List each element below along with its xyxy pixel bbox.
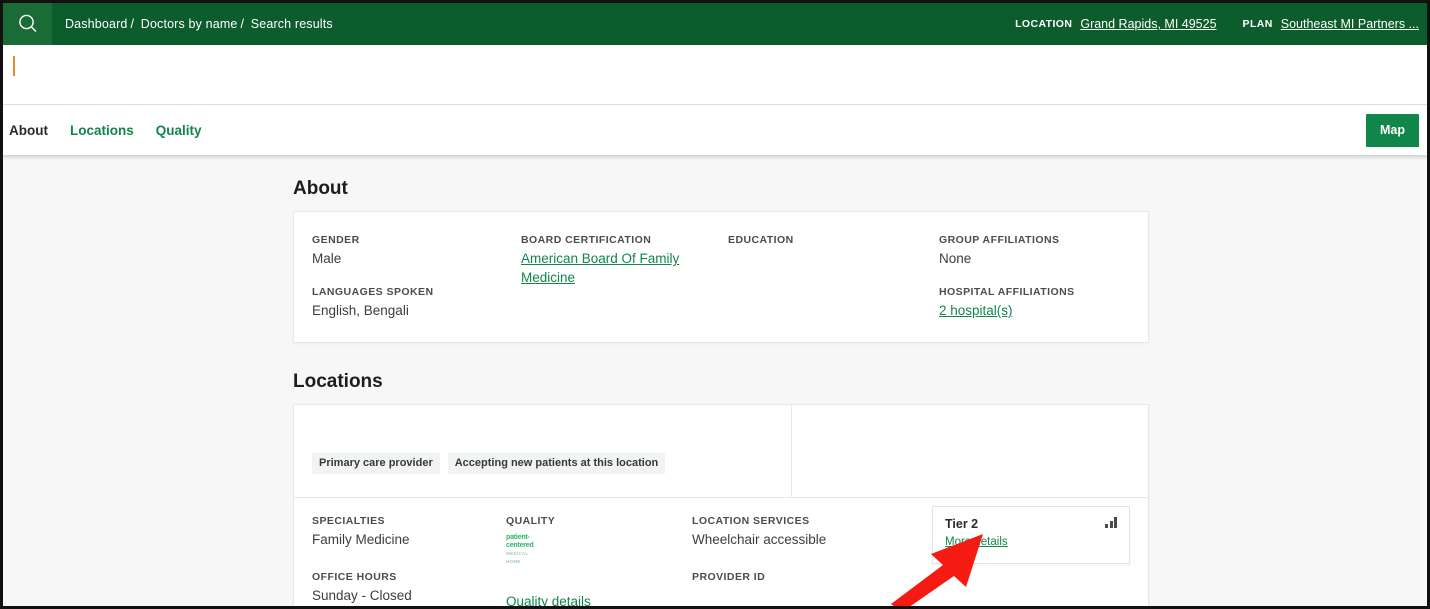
field-group-affiliations: GROUP AFFILIATIONS None bbox=[939, 234, 1148, 268]
location-details-grid: SPECIALTIES Family Medicine OFFICE HOURS… bbox=[294, 498, 1148, 606]
breadcrumb: Dashboard / Doctors by name / Search resul… bbox=[65, 17, 333, 31]
location-value-link[interactable]: Grand Rapids, MI 49525 bbox=[1080, 17, 1216, 31]
field-office-hours: OFFICE HOURS Sunday - Closed Monday - 9:… bbox=[312, 571, 506, 606]
location-card-header: Primary care provider Accepting new pati… bbox=[294, 405, 1148, 497]
field-languages: LANGUAGES SPOKEN English, Bengali bbox=[312, 286, 521, 320]
office-hours-sunday: Sunday - Closed bbox=[312, 588, 412, 603]
breadcrumb-separator: / bbox=[130, 17, 135, 31]
field-location-services-label: LOCATION SERVICES bbox=[692, 515, 810, 527]
tier-card[interactable]: Tier 2 More details bbox=[932, 506, 1130, 564]
tier-name: Tier 2 bbox=[945, 517, 979, 531]
breadcrumb-item-dashboard[interactable]: Dashboard bbox=[65, 17, 128, 31]
section-tab-bar: About Locations Quality Map bbox=[3, 105, 1427, 155]
about-section-title: About bbox=[293, 178, 348, 199]
field-group-affiliations-label: GROUP AFFILIATIONS bbox=[939, 234, 1060, 246]
location-vertical-divider bbox=[791, 405, 792, 497]
breadcrumb-item-search-results[interactable]: Search results bbox=[251, 17, 333, 31]
field-board-certification: BOARD CERTIFICATION American Board Of Fa… bbox=[521, 234, 728, 287]
office-hours-monday: Monday - 9:00AM-5:00PM bbox=[312, 605, 506, 606]
breadcrumb-item-doctors-by-name[interactable]: Doctors by name bbox=[141, 17, 238, 31]
field-education-label: EDUCATION bbox=[728, 234, 794, 246]
header-context-controls: LOCATION Grand Rapids, MI 49525 PLAN Sou… bbox=[1015, 17, 1427, 31]
field-quality-label: QUALITY bbox=[506, 515, 556, 527]
location-column-3: LOCATION SERVICES Wheelchair accessible … bbox=[692, 515, 926, 606]
tier-card-row: Tier 2 bbox=[945, 517, 1117, 531]
map-button[interactable]: Map bbox=[1366, 113, 1419, 147]
pcmh-line-2: centered bbox=[506, 542, 534, 549]
about-column-3: EDUCATION bbox=[728, 234, 939, 320]
accent-caret bbox=[13, 56, 15, 76]
top-header-bar: Dashboard / Doctors by name / Search resul… bbox=[3, 3, 1427, 45]
field-specialties-label: SPECIALTIES bbox=[312, 515, 386, 527]
badge-primary-care-provider: Primary care provider bbox=[312, 453, 440, 474]
breadcrumb-separator: / bbox=[240, 17, 245, 31]
field-board-certification-label: BOARD CERTIFICATION bbox=[521, 234, 652, 246]
location-label: LOCATION bbox=[1015, 18, 1073, 30]
about-card: GENDER Male LANGUAGES SPOKEN English, Be… bbox=[293, 211, 1149, 343]
pcmh-line-1: patient- bbox=[506, 534, 530, 541]
bar-chart-icon bbox=[1105, 517, 1117, 528]
search-button[interactable] bbox=[3, 3, 52, 45]
plan-label: PLAN bbox=[1242, 18, 1273, 30]
tab-about[interactable]: About bbox=[9, 123, 48, 138]
tab-locations[interactable]: Locations bbox=[70, 123, 134, 138]
location-column-2: QUALITY patient- centered MEDICAL HOME Q… bbox=[506, 515, 692, 606]
field-gender-label: GENDER bbox=[312, 234, 360, 246]
field-specialties-value: Family Medicine bbox=[312, 532, 410, 547]
plan-value-link[interactable]: Southeast MI Partners ... bbox=[1281, 17, 1419, 31]
field-languages-value: English, Bengali bbox=[312, 303, 409, 318]
field-board-certification-link[interactable]: American Board Of Family Medicine bbox=[521, 249, 728, 287]
search-icon bbox=[18, 14, 36, 32]
location-badge-group: Primary care provider Accepting new pati… bbox=[312, 453, 666, 474]
field-location-services-value: Wheelchair accessible bbox=[692, 532, 827, 547]
about-column-2: BOARD CERTIFICATION American Board Of Fa… bbox=[521, 234, 728, 320]
patient-centered-medical-home-badge-icon: patient- centered MEDICAL HOME bbox=[506, 534, 544, 566]
tab-quality[interactable]: Quality bbox=[156, 123, 202, 138]
location-card: Primary care provider Accepting new pati… bbox=[293, 404, 1149, 606]
field-gender-value: Male bbox=[312, 251, 342, 266]
field-education: EDUCATION bbox=[728, 234, 939, 246]
tier-more-details-link[interactable]: More details bbox=[945, 536, 1008, 548]
field-provider-id-label: PROVIDER ID bbox=[692, 571, 766, 583]
about-column-1: GENDER Male LANGUAGES SPOKEN English, Be… bbox=[312, 234, 521, 320]
field-languages-label: LANGUAGES SPOKEN bbox=[312, 286, 434, 298]
field-office-hours-label: OFFICE HOURS bbox=[312, 571, 397, 583]
field-specialties: SPECIALTIES Family Medicine bbox=[312, 515, 506, 549]
about-column-4: GROUP AFFILIATIONS None HOSPITAL AFFILIA… bbox=[939, 234, 1148, 320]
field-group-affiliations-value: None bbox=[939, 251, 972, 266]
app-window: Dashboard / Doctors by name / Search resul… bbox=[0, 0, 1430, 609]
about-fields-grid: GENDER Male LANGUAGES SPOKEN English, Be… bbox=[294, 212, 1148, 342]
locations-section-title: Locations bbox=[293, 371, 383, 392]
pcmh-line-3: MEDICAL HOME bbox=[506, 551, 529, 564]
badge-accepting-new-patients: Accepting new patients at this location bbox=[447, 453, 666, 474]
field-hospital-affiliations-label: HOSPITAL AFFILIATIONS bbox=[939, 286, 1075, 298]
location-column-1: SPECIALTIES Family Medicine OFFICE HOURS… bbox=[312, 515, 506, 606]
field-hospital-affiliations: HOSPITAL AFFILIATIONS 2 hospital(s) bbox=[939, 286, 1148, 320]
quality-details-link[interactable]: Quality details bbox=[506, 592, 591, 606]
provider-name-band bbox=[3, 45, 1427, 105]
main-content-scroll[interactable]: About GENDER Male LANGUAGES SPOKEN Engli… bbox=[3, 155, 1427, 606]
field-location-services: LOCATION SERVICES Wheelchair accessible bbox=[692, 515, 926, 549]
field-provider-id: PROVIDER ID bbox=[692, 571, 926, 583]
field-hospital-affiliations-link[interactable]: 2 hospital(s) bbox=[939, 301, 1013, 320]
field-gender: GENDER Male bbox=[312, 234, 521, 268]
